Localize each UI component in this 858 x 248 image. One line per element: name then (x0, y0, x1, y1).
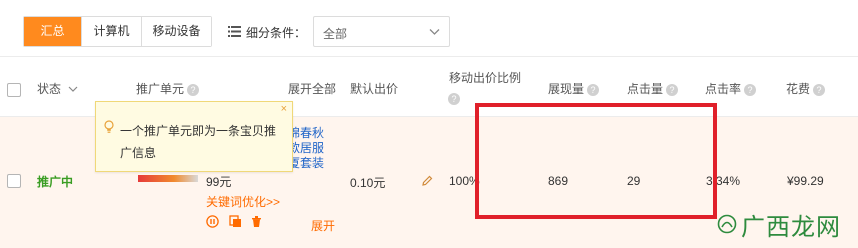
status-badge: 推广中 (37, 175, 74, 189)
tab-mobile[interactable]: 移动设备 (142, 17, 211, 46)
col-ctr-label: 点击率 (705, 82, 742, 96)
col-default-bid: 默认出价 (350, 82, 399, 96)
filter-select-value: 全部 (323, 27, 348, 41)
col-unit-label: 推广单元 (136, 82, 185, 96)
watermark-text: 广西龙网 (741, 212, 841, 241)
col-impressions-label: 展现量 (548, 82, 585, 96)
watermark-logo-icon (717, 214, 737, 234)
list-filter-icon (228, 26, 241, 37)
keyword-optimize-link[interactable]: 关键词优化>> (206, 193, 280, 210)
lightbulb-icon (104, 120, 114, 133)
help-icon[interactable]: ? (587, 83, 600, 96)
tab-summary[interactable]: 汇总 (24, 17, 82, 46)
tab-computer[interactable]: 计算机 (82, 17, 142, 46)
cost-value: ¥99.29 (787, 174, 824, 188)
col-cost: 花费? (786, 80, 826, 97)
copy-icon[interactable] (229, 215, 242, 228)
filter-label: 细分条件： (246, 26, 307, 40)
expand-link[interactable]: 展开 (311, 217, 335, 234)
col-mobile-bid-label: 移动出价比例 (449, 71, 522, 85)
col-clicks: 点击量? (627, 80, 679, 97)
col-status[interactable]: 状态 (37, 80, 78, 97)
item-price: 99元 (206, 175, 232, 189)
expand-all-link[interactable]: 展开全部 (288, 80, 336, 97)
help-icon[interactable]: ? (448, 93, 460, 105)
item-thumbnail[interactable] (138, 175, 198, 182)
filter-select[interactable]: 全部 (313, 16, 450, 47)
col-cost-label: 花费 (786, 82, 811, 96)
device-tabs: 汇总 计算机 移动设备 (23, 16, 212, 47)
chevron-down-icon (429, 29, 440, 35)
help-icon[interactable]: ? (744, 83, 757, 96)
col-ctr: 点击率? (705, 80, 757, 97)
highlight-annotation-box (475, 103, 717, 219)
col-mobile-bid-ratio: 移动出价比例 (449, 69, 521, 86)
watermark: 广西龙网 (717, 205, 858, 243)
trash-icon[interactable] (250, 215, 263, 228)
item-title-line3[interactable]: 厦套装 (288, 154, 324, 171)
tooltip-text: 一个推广单元即为一条宝贝推广信息 (120, 124, 277, 160)
default-bid-value: 0.10元 (350, 176, 386, 190)
help-icon[interactable]: ? (666, 83, 679, 96)
unit-help-tooltip: 一个推广单元即为一条宝贝推广信息 × (95, 101, 293, 172)
col-status-label: 状态 (37, 82, 62, 96)
col-clicks-label: 点击量 (627, 82, 664, 96)
row-checkbox[interactable] (7, 174, 21, 188)
help-icon[interactable]: ? (813, 83, 826, 96)
chevron-down-icon (68, 86, 78, 92)
select-all-checkbox[interactable] (7, 83, 21, 97)
edit-pencil-icon[interactable] (421, 175, 433, 187)
col-impressions: 展现量? (548, 80, 600, 97)
close-icon[interactable]: × (281, 103, 287, 115)
help-icon[interactable]: ? (187, 83, 200, 96)
col-unit: 推广单元? (136, 80, 200, 97)
pause-icon[interactable] (206, 215, 219, 228)
